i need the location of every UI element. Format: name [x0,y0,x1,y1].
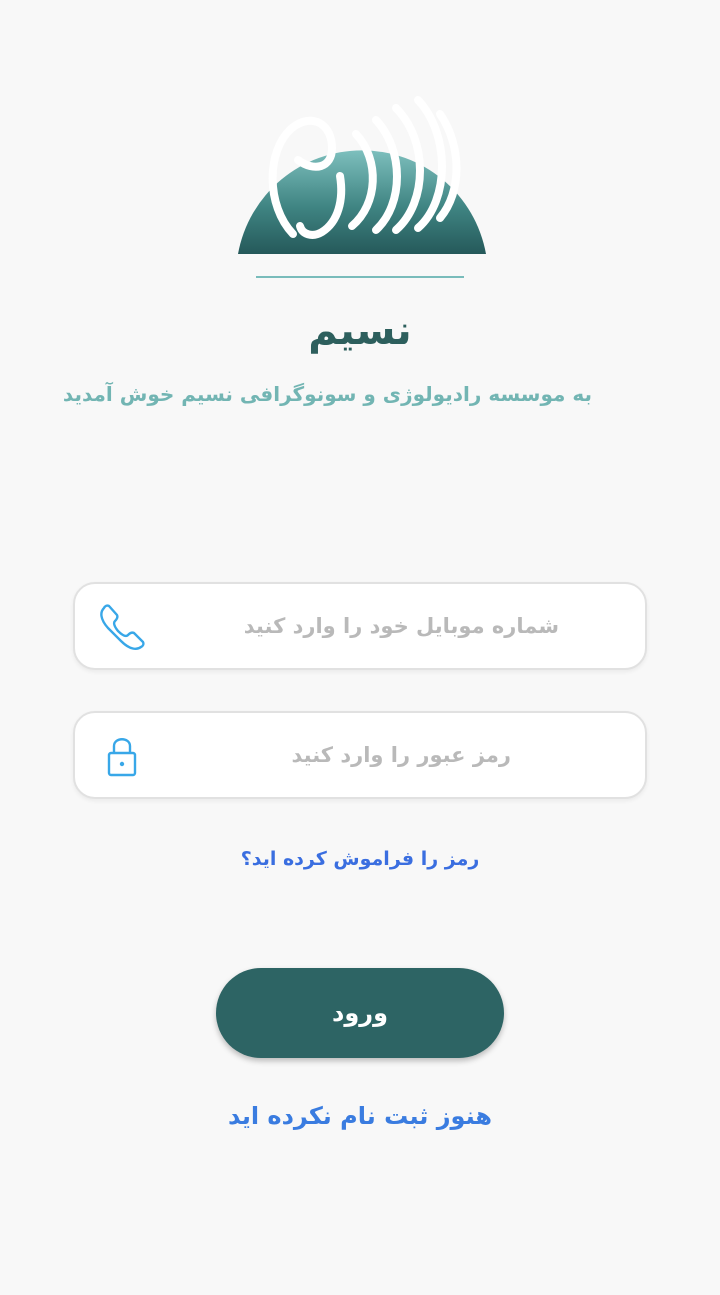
app-title: نسیم [308,308,412,354]
welcome-subtitle: به موسسه رادیولوژی و سونوگرافی نسیم خوش … [62,382,592,406]
forgot-password-link[interactable]: رمز را فراموش کرده اید؟ [0,848,720,870]
phone-field[interactable] [73,582,647,670]
lock-icon [97,731,147,781]
phone-input[interactable] [165,584,559,668]
password-field[interactable] [73,711,647,799]
register-link[interactable]: هنوز ثبت نام نکرده اید [0,1102,720,1130]
password-input[interactable] [165,713,511,797]
login-button[interactable]: ورود [216,968,504,1058]
phone-icon [97,602,147,652]
nasim-logo [228,80,492,282]
